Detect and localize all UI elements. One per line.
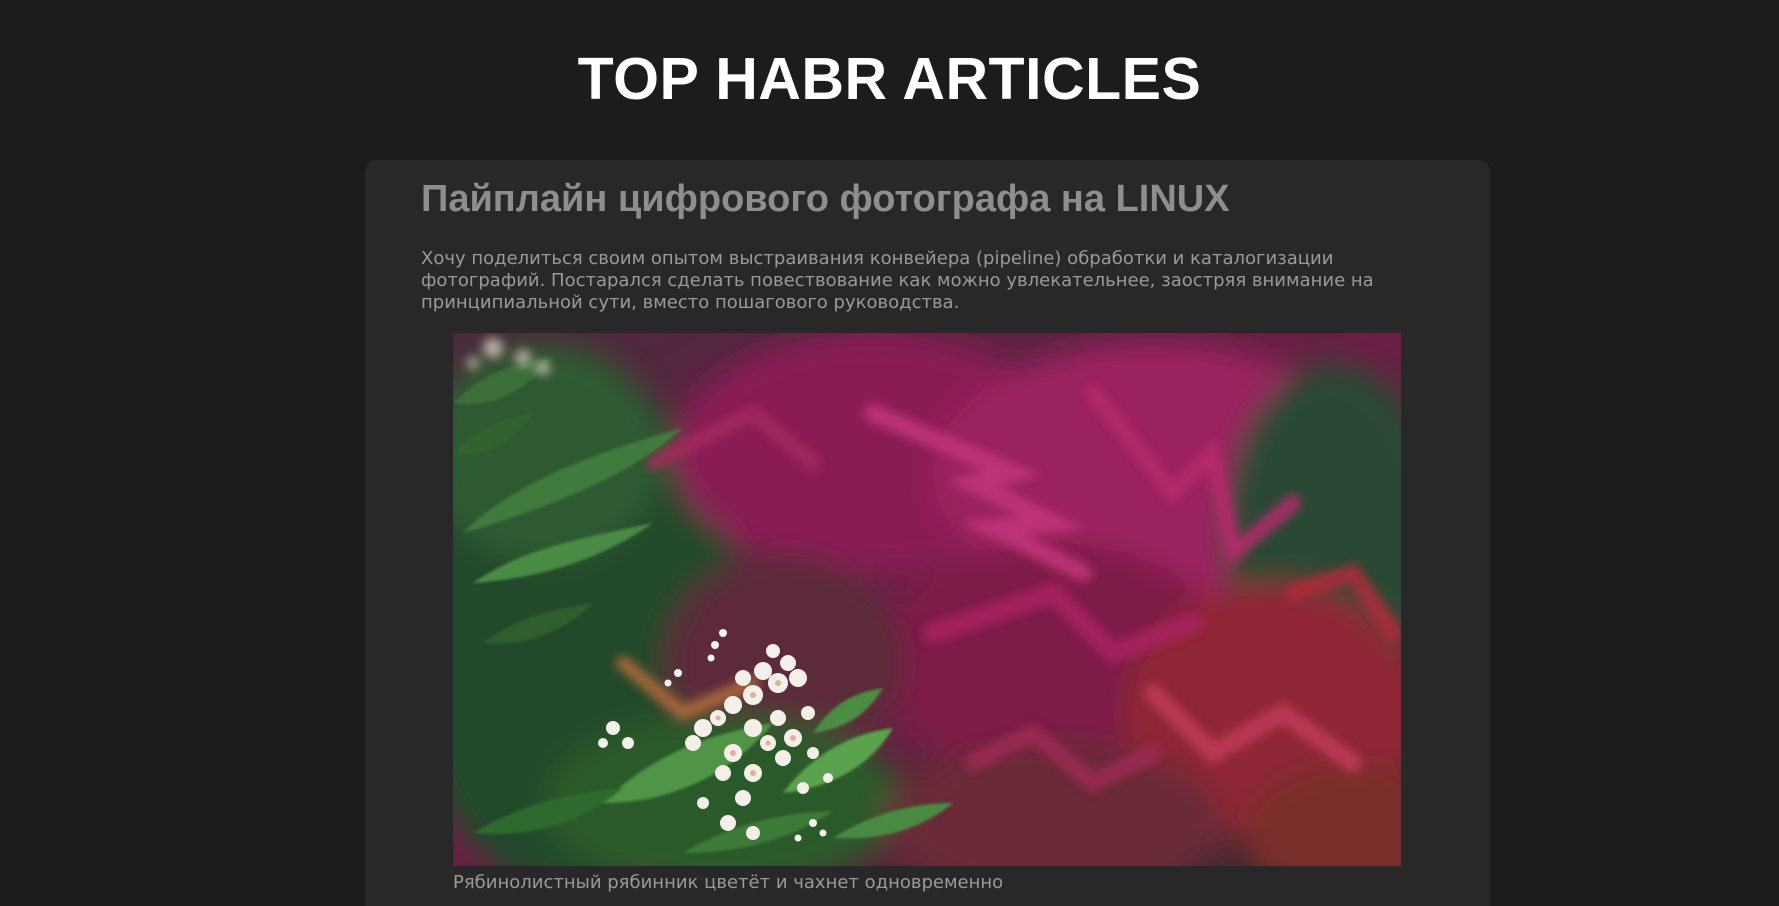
article-summary: Хочу поделиться своим опытом выстраивани…: [421, 248, 1374, 313]
photo-caption: Рябинолистный рябинник цветёт и чахнет о…: [453, 872, 1004, 893]
article-figure: Рябинолистный рябинник цветёт и чахнет о…: [453, 333, 1401, 894]
article-title[interactable]: Пайплайн цифрового фотографа на LINUX: [421, 176, 1230, 222]
article-photo: [453, 333, 1401, 866]
page: TOP HABR ARTICLES Пайплайн цифрового фот…: [0, 0, 1779, 906]
photo-illustration: [453, 333, 1401, 866]
site-title: TOP HABR ARTICLES: [577, 46, 1202, 112]
article-card: Пайплайн цифрового фотографа на LINUX Хо…: [365, 160, 1490, 906]
